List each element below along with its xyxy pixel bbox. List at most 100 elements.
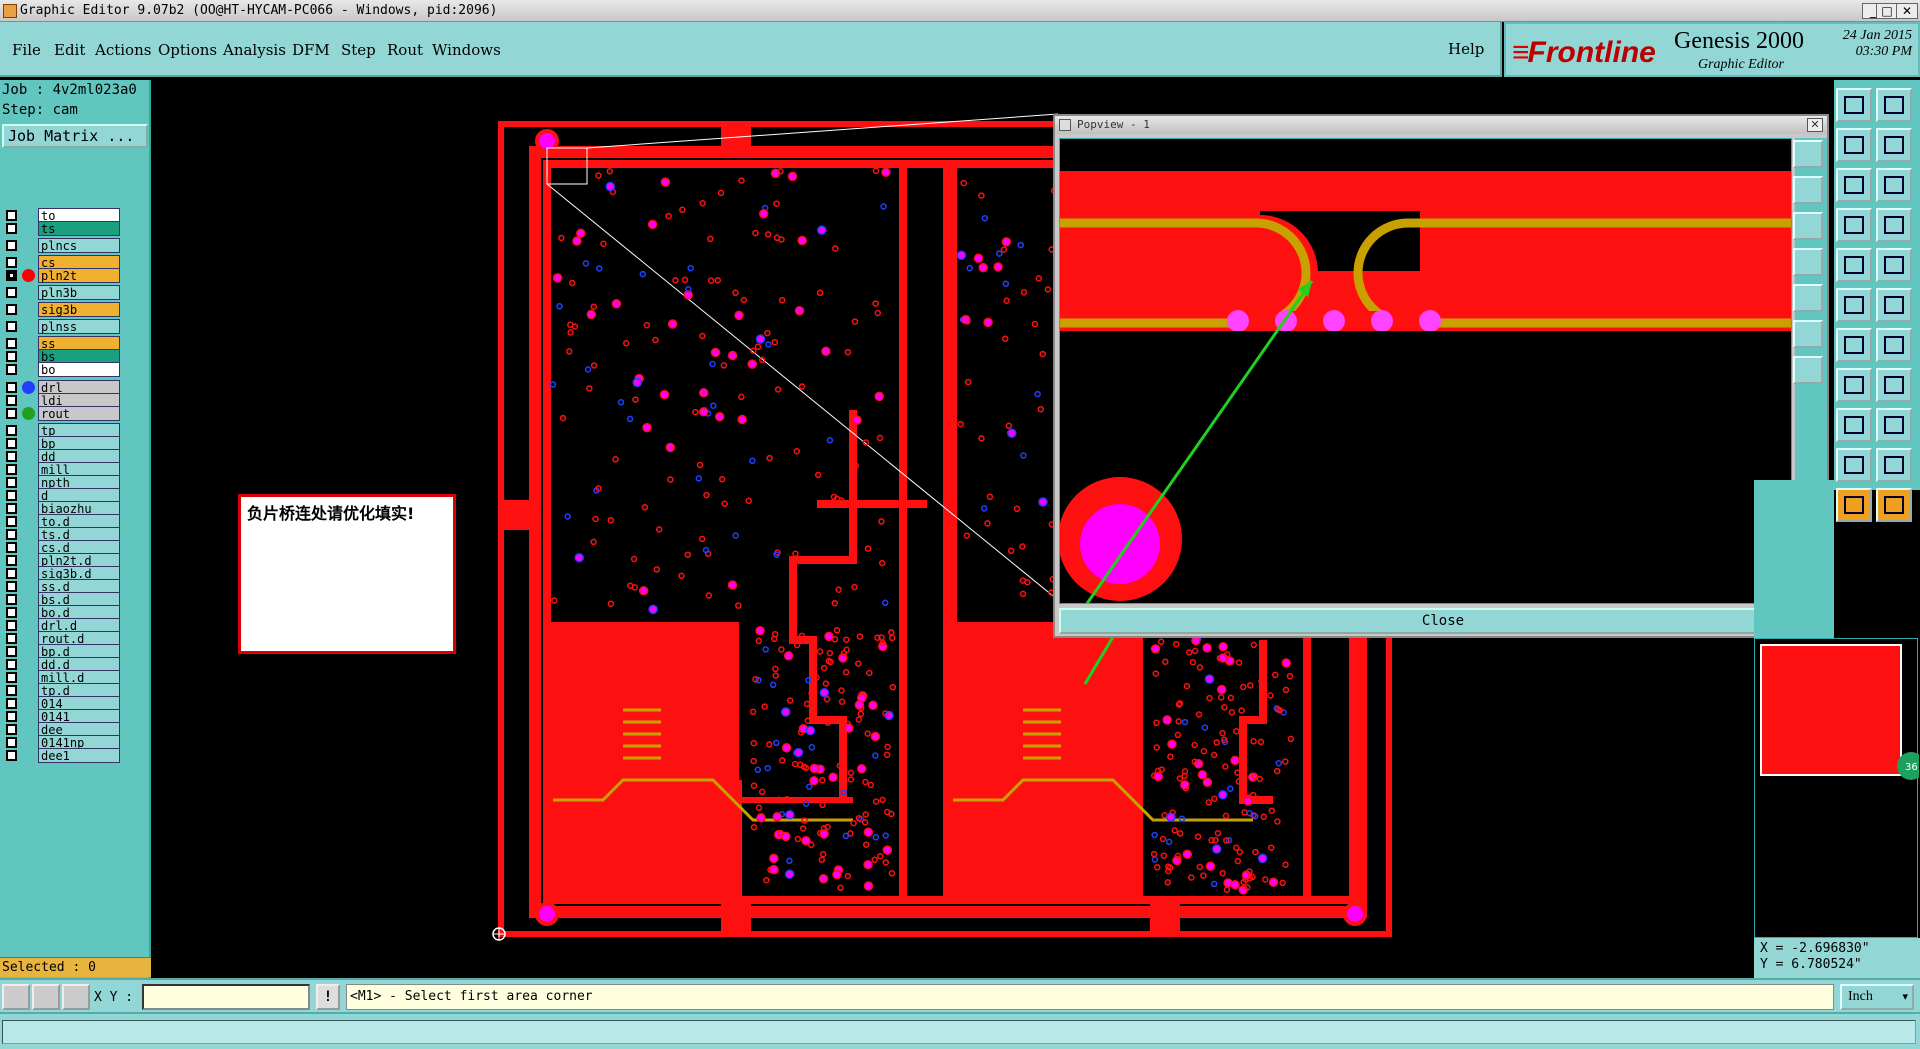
layer-checkbox[interactable] xyxy=(6,408,17,419)
menu-help[interactable]: Help xyxy=(1448,40,1484,58)
menu-dfm[interactable]: DFM xyxy=(292,41,330,59)
layer-checkbox[interactable] xyxy=(6,672,17,683)
units-select[interactable]: Inch ▾ xyxy=(1840,984,1914,1010)
layer-checkbox[interactable] xyxy=(6,607,17,618)
popview-fit-icon[interactable] xyxy=(1793,140,1823,168)
maximize-button[interactable]: □ xyxy=(1876,3,1898,19)
layer-row[interactable]: dee1 xyxy=(2,748,120,763)
layer-row[interactable]: plnss xyxy=(2,319,120,334)
alert-icon[interactable]: ! xyxy=(316,984,340,1010)
layer-name[interactable]: pln2t xyxy=(38,268,120,283)
scale-icon[interactable] xyxy=(1836,208,1872,242)
layer-row[interactable]: plncs xyxy=(2,238,120,253)
popview-pan-icon[interactable] xyxy=(1793,284,1823,312)
add-pad-icon[interactable] xyxy=(1876,328,1912,362)
popview-close-button[interactable]: Close xyxy=(1059,608,1827,634)
layer-checkbox[interactable] xyxy=(6,555,17,566)
popview-zoom-icon[interactable] xyxy=(1793,248,1823,276)
route-icon[interactable] xyxy=(1836,248,1872,282)
close-window-button[interactable]: ✕ xyxy=(1896,3,1918,19)
layer-name[interactable]: ts xyxy=(38,221,120,236)
snap-icon[interactable] xyxy=(1876,168,1912,202)
popview-close-icon[interactable]: ✕ xyxy=(1807,118,1823,132)
layer-checkbox[interactable] xyxy=(6,270,17,281)
home-icon[interactable] xyxy=(1836,128,1872,162)
job-matrix-button[interactable]: Job Matrix ... xyxy=(2,124,148,148)
layer-checkbox[interactable] xyxy=(6,304,17,315)
grid-icon[interactable] xyxy=(62,984,90,1010)
menu-options[interactable]: Options xyxy=(158,41,217,59)
popview-save-icon[interactable] xyxy=(1793,212,1823,240)
layer-name[interactable]: pln3b xyxy=(38,285,120,300)
layer-checkbox[interactable] xyxy=(6,594,17,605)
layer-checkbox[interactable] xyxy=(6,477,17,488)
save-view-icon[interactable] xyxy=(1876,88,1912,122)
layer-checkbox[interactable] xyxy=(6,438,17,449)
route-edit-icon[interactable] xyxy=(1876,248,1912,282)
measure-icon[interactable] xyxy=(1836,408,1872,442)
layer-checkbox[interactable] xyxy=(6,395,17,406)
pad-icon[interactable] xyxy=(1876,288,1912,322)
popview-canvas[interactable] xyxy=(1059,138,1792,604)
layer-checkbox[interactable] xyxy=(6,659,17,670)
layer-checkbox[interactable] xyxy=(6,364,17,375)
popview-move-icon[interactable] xyxy=(1793,356,1823,384)
layer-checkbox[interactable] xyxy=(6,382,17,393)
layer-row[interactable]: pln2t xyxy=(2,268,120,283)
help-icon[interactable] xyxy=(1876,208,1912,242)
layer-checkbox[interactable] xyxy=(6,210,17,221)
triangle-icon[interactable] xyxy=(1876,448,1912,482)
layer-row[interactable]: rout xyxy=(2,406,120,421)
add-line-icon[interactable] xyxy=(1836,328,1872,362)
layer-checkbox[interactable] xyxy=(6,516,17,527)
layer-checkbox[interactable] xyxy=(6,338,17,349)
layer-checkbox[interactable] xyxy=(6,287,17,298)
layer-checkbox[interactable] xyxy=(6,529,17,540)
menu-rout[interactable]: Rout xyxy=(387,41,423,59)
cursor-icon[interactable] xyxy=(1876,488,1912,522)
layer-row[interactable]: bo xyxy=(2,362,120,377)
layer-checkbox[interactable] xyxy=(6,451,17,462)
layer-checkbox[interactable] xyxy=(6,425,17,436)
ruler-icon[interactable] xyxy=(1836,288,1872,322)
snap-icon[interactable] xyxy=(32,984,60,1010)
layer-name[interactable]: bo xyxy=(38,362,120,377)
layer-checkbox[interactable] xyxy=(6,490,17,501)
layer-checkbox[interactable] xyxy=(6,633,17,644)
menu-step[interactable]: Step xyxy=(341,41,376,59)
minimap[interactable]: 36 xyxy=(1754,638,1920,938)
feature-icon[interactable] xyxy=(1876,368,1912,402)
layer-name[interactable]: plnss xyxy=(38,319,120,334)
layer-checkbox[interactable] xyxy=(6,321,17,332)
layer-name[interactable]: sig3b xyxy=(38,302,120,317)
popview-home-icon[interactable] xyxy=(1793,176,1823,204)
overview-icon[interactable] xyxy=(1836,88,1872,122)
layer-checkbox[interactable] xyxy=(6,685,17,696)
menu-actions[interactable]: Actions xyxy=(95,41,151,59)
layer-name[interactable]: rout xyxy=(38,406,120,421)
layer-row[interactable]: sig3b xyxy=(2,302,120,317)
layer-checkbox[interactable] xyxy=(6,542,17,553)
layer-checkbox[interactable] xyxy=(6,620,17,631)
layer-checkbox[interactable] xyxy=(6,724,17,735)
layer-checkbox[interactable] xyxy=(6,698,17,709)
layer-checkbox[interactable] xyxy=(6,711,17,722)
layer-row[interactable]: ts xyxy=(2,221,120,236)
drill-icon[interactable] xyxy=(1876,408,1912,442)
layer-checkbox[interactable] xyxy=(6,737,17,748)
layer-checkbox[interactable] xyxy=(6,240,17,251)
layer-name[interactable]: plncs xyxy=(38,238,120,253)
undo-icon[interactable] xyxy=(1836,168,1872,202)
menu-analysis[interactable]: Analysis xyxy=(223,41,286,59)
arc-icon[interactable] xyxy=(1836,368,1872,402)
layout-icon[interactable] xyxy=(1876,128,1912,162)
menu-windows[interactable]: Windows xyxy=(432,41,501,59)
popview-grid-icon[interactable] xyxy=(1793,320,1823,348)
area-icon[interactable] xyxy=(1836,448,1872,482)
menu-edit[interactable]: Edit xyxy=(54,41,85,59)
select-icon[interactable] xyxy=(1836,488,1872,522)
layer-row[interactable]: pln3b xyxy=(2,285,120,300)
layer-checkbox[interactable] xyxy=(6,750,17,761)
layer-checkbox[interactable] xyxy=(6,257,17,268)
layer-checkbox[interactable] xyxy=(6,581,17,592)
